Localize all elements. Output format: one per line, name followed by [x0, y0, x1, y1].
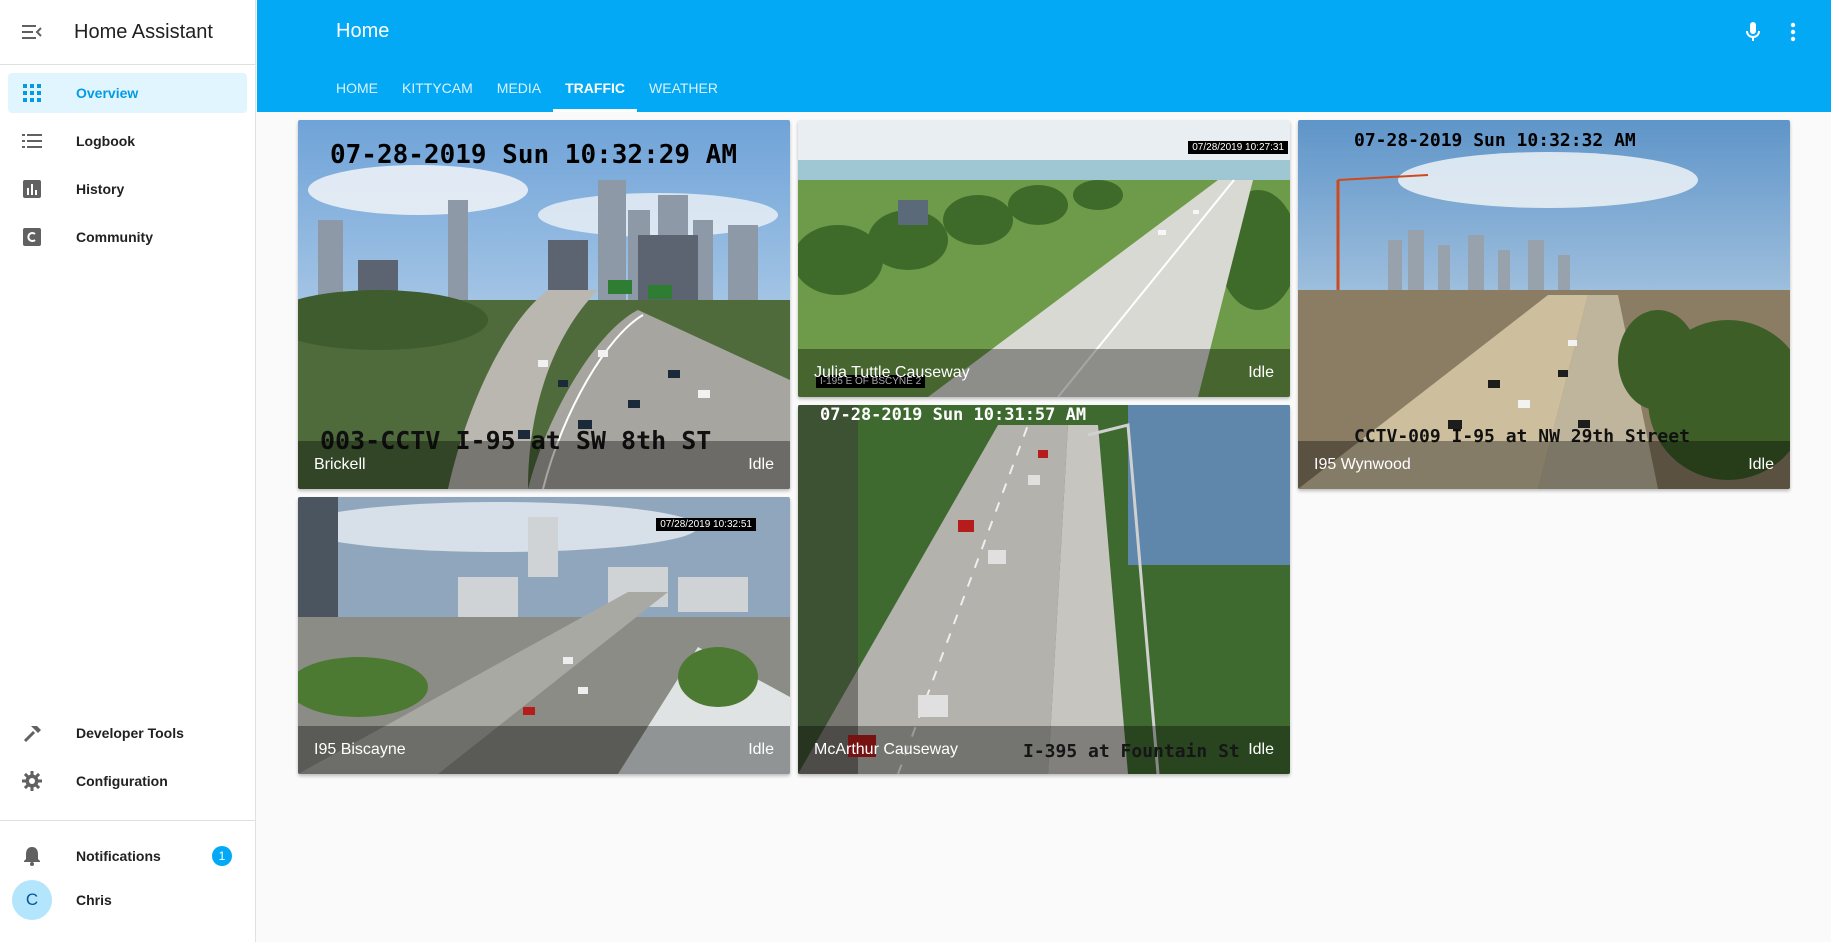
camera-name: Julia Tuttle Causeway	[814, 364, 970, 381]
camera-timestamp: 07-28-2019 Sun 10:32:32 AM	[1354, 130, 1636, 151]
page-title: Home	[336, 20, 390, 42]
gear-icon	[20, 769, 44, 793]
camera-timestamp: 07-28-2019 Sun 10:32:29 AM	[330, 140, 737, 170]
grid-icon	[20, 81, 44, 105]
sidebar-nav: Overview Logbook History Community	[0, 65, 255, 257]
notification-count-badge: 1	[212, 846, 232, 866]
sidebar-item-label: Developer Tools	[76, 725, 184, 741]
view-tabs: HOME KITTYCAM MEDIA TRAFFIC WEATHER	[324, 66, 730, 112]
microphone-icon[interactable]	[1739, 18, 1767, 46]
sidebar-item-overview[interactable]: Overview	[8, 73, 247, 113]
camera-state: Idle	[1248, 741, 1274, 758]
sidebar-tools: Developer Tools Configuration	[0, 713, 256, 809]
tab-traffic[interactable]: TRAFFIC	[553, 66, 637, 112]
sidebar-item-community[interactable]: Community	[8, 217, 247, 257]
camera-timestamp: 07/28/2019 10:27:31	[1188, 141, 1288, 154]
camera-card-i95-wynwood[interactable]: 07-28-2019 Sun 10:32:32 AM CCTV-009 I-95…	[1298, 120, 1790, 489]
sidebar-item-developer-tools[interactable]: Developer Tools	[8, 713, 248, 753]
sidebar-item-notifications[interactable]: Notifications 1	[8, 836, 248, 876]
tab-kittycam[interactable]: KITTYCAM	[390, 66, 485, 112]
sidebar-item-label: Logbook	[76, 133, 136, 149]
camera-name: I95 Wynwood	[1314, 456, 1411, 473]
sidebar-item-label: Community	[76, 229, 153, 245]
camera-state: Idle	[1248, 364, 1274, 381]
sidebar-user[interactable]: C Chris	[0, 878, 256, 922]
camera-footer: I95 Biscayne Idle	[298, 726, 790, 774]
camera-name: McArthur Causeway	[814, 741, 959, 758]
camera-card-i95-biscayne[interactable]: 07/28/2019 10:32:51 I95 Biscayne Idle	[298, 497, 790, 774]
camera-footer: I95 Wynwood Idle	[1298, 441, 1790, 489]
more-vert-icon[interactable]	[1779, 18, 1807, 46]
sidebar-item-label: Overview	[76, 85, 139, 101]
camera-state: Idle	[748, 456, 774, 473]
sidebar-item-label: Configuration	[76, 773, 168, 789]
sidebar-divider	[0, 820, 256, 821]
camera-image	[798, 405, 1290, 774]
app-title: Home Assistant	[74, 20, 213, 43]
community-icon	[20, 225, 44, 249]
sidebar: Home Assistant Overview Logbook History …	[0, 0, 256, 942]
tab-weather[interactable]: WEATHER	[637, 66, 730, 112]
camera-card-brickell[interactable]: 07-28-2019 Sun 10:32:29 AM 003-CCTV I-95…	[298, 120, 790, 489]
sidebar-item-label: Notifications	[76, 848, 161, 864]
tab-home[interactable]: HOME	[324, 66, 390, 112]
bell-icon	[20, 844, 44, 868]
camera-timestamp: 07/28/2019 10:32:51	[656, 518, 756, 531]
camera-name: I95 Biscayne	[314, 741, 406, 758]
sidebar-notifications: Notifications 1	[0, 836, 256, 884]
camera-footer: Brickell Idle	[298, 441, 790, 489]
camera-footer: McArthur Causeway Idle	[798, 726, 1290, 774]
menu-toggle-icon[interactable]	[17, 17, 47, 47]
camera-state: Idle	[1748, 456, 1774, 473]
app-header: Home HOME KITTYCAM MEDIA TRAFFIC WEATHER	[257, 0, 1831, 112]
camera-card-julia-tuttle[interactable]: 07/28/2019 10:27:31 I-195 E OF BSCYNE 2 …	[798, 120, 1290, 397]
sidebar-item-label: History	[76, 181, 125, 197]
camera-footer: Julia Tuttle Causeway Idle	[798, 349, 1290, 397]
camera-card-mcarthur-causeway[interactable]: 07-28-2019 Sun 10:31:57 AM I-395 at Foun…	[798, 405, 1290, 774]
camera-state: Idle	[748, 741, 774, 758]
sidebar-item-history[interactable]: History	[8, 169, 247, 209]
tab-media[interactable]: MEDIA	[485, 66, 553, 112]
sidebar-header: Home Assistant	[0, 0, 255, 65]
sidebar-item-logbook[interactable]: Logbook	[8, 121, 247, 161]
hammer-icon	[20, 721, 44, 745]
chart-icon	[20, 177, 44, 201]
user-name: Chris	[76, 892, 112, 908]
avatar: C	[12, 880, 52, 920]
camera-name: Brickell	[314, 456, 366, 473]
camera-timestamp: 07-28-2019 Sun 10:31:57 AM	[820, 405, 1087, 425]
list-icon	[20, 129, 44, 153]
sidebar-item-configuration[interactable]: Configuration	[8, 761, 248, 801]
